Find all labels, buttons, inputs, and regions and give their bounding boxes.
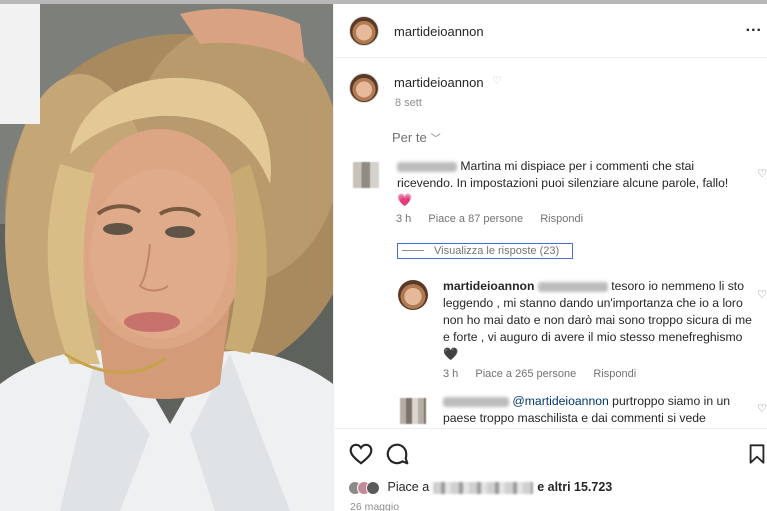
liker-name-blurred[interactable] xyxy=(433,481,534,494)
post-date[interactable]: 26 maggio xyxy=(350,501,399,511)
commenter-3-username-blurred[interactable] xyxy=(443,396,509,407)
reply-comment: martideioannon tesoro io nemmeno li sto … xyxy=(443,278,753,363)
bookmark-icon[interactable] xyxy=(746,441,767,467)
reply-likes[interactable]: Piace a 265 persone xyxy=(475,368,576,380)
likes-prefix: Piace a xyxy=(387,480,430,494)
more-options-icon[interactable]: ... xyxy=(746,18,762,36)
likes-summary[interactable]: Piace a e altri 15.723 xyxy=(348,480,612,495)
likes-suffix[interactable]: e altri 15.723 xyxy=(537,480,612,494)
commenter-avatar-blurred[interactable] xyxy=(353,162,379,188)
post-action-bar: Piace a e altri 15.723 26 maggio xyxy=(334,428,767,511)
post-detail-panel: martideioannon ... martideioannon ♡ 8 se… xyxy=(333,4,767,511)
comment-icon[interactable] xyxy=(384,441,410,467)
comment-3-like-heart-icon[interactable]: ♡ xyxy=(757,402,767,415)
reply-meta: 3 h Piace a 265 persone Rispondi xyxy=(443,368,650,380)
replies-divider xyxy=(402,250,424,251)
commenter-username-blurred[interactable] xyxy=(397,161,457,172)
comment-filter-dropdown[interactable]: Per te ﹀ xyxy=(392,130,441,145)
comment-like-heart-icon[interactable]: ♡ xyxy=(757,167,767,180)
reply-reply-link[interactable]: Rispondi xyxy=(593,368,636,380)
verified-heart-icon: ♡ xyxy=(492,75,502,87)
liker-avatar xyxy=(366,480,380,495)
post-photo[interactable] xyxy=(0,4,333,511)
comment-3: @martideioannon purtroppo siamo in un pa… xyxy=(443,393,743,427)
caption-avatar[interactable] xyxy=(349,73,379,103)
profile-avatar[interactable] xyxy=(349,16,379,46)
reply-time: 3 h xyxy=(443,368,459,380)
commenter-3-avatar-blurred[interactable] xyxy=(400,398,426,424)
view-replies-button[interactable]: Visualizza le risposte (23) xyxy=(397,243,573,259)
heart-icon[interactable] xyxy=(348,441,374,467)
reply-avatar[interactable] xyxy=(398,280,428,310)
reply-like-heart-icon[interactable]: ♡ xyxy=(757,288,767,301)
caption-time: 8 sett xyxy=(395,97,422,109)
comment-filter-label: Per te xyxy=(392,130,427,145)
caption-username[interactable]: martideioannon xyxy=(394,75,484,90)
comment-1-meta: 3 h Piace a 87 persone Rispondi xyxy=(396,213,597,225)
comment-1-likes[interactable]: Piace a 87 persone xyxy=(428,213,523,225)
mention-blurred[interactable] xyxy=(537,281,608,292)
view-replies-label: Visualizza le risposte (23) xyxy=(434,245,560,257)
comment-3-mention[interactable]: @martideioannon xyxy=(512,394,608,408)
comment-1-time: 3 h xyxy=(396,213,412,225)
reply-username[interactable]: martideioannon xyxy=(443,279,534,293)
header-username[interactable]: martideioannon xyxy=(394,24,484,39)
post-header: martideioannon ... xyxy=(334,4,767,58)
portrait-illustration xyxy=(0,4,333,511)
chevron-down-icon: ﹀ xyxy=(430,134,441,145)
comment-1-reply-link[interactable]: Rispondi xyxy=(540,213,583,225)
comment-1: Martina mi dispiace per i commenti che s… xyxy=(397,158,743,209)
